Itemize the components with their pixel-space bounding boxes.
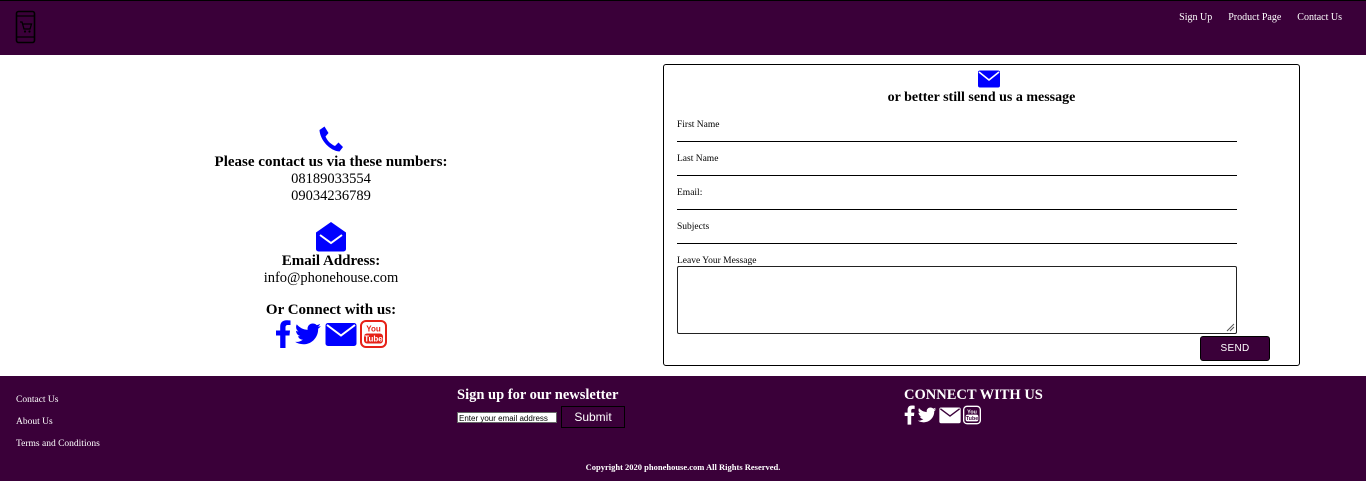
top-navbar: Sign Up Product Page Contact Us (0, 0, 1366, 55)
message-textarea[interactable] (677, 266, 1237, 334)
last-name-input[interactable] (677, 175, 1237, 176)
resize-handle-icon[interactable] (1226, 323, 1235, 332)
first-name-field[interactable]: First Name (677, 119, 1237, 142)
phone-icon (319, 126, 343, 152)
phone-number-2: 09034236789 (291, 188, 371, 204)
footer-link-about-us[interactable]: About Us (16, 411, 100, 433)
nav-product-page[interactable]: Product Page (1228, 12, 1281, 23)
footer-link-terms[interactable]: Terms and Conditions (16, 433, 100, 455)
connect-title: CONNECT WITH US (904, 387, 1043, 403)
newsletter-email-input[interactable]: Enter your email address (457, 411, 557, 423)
subjects-label: Subjects (677, 222, 710, 232)
phone-number-1: 08189033554 (291, 171, 371, 187)
contact-info: Please contact us via these numbers: 081… (170, 125, 492, 348)
subjects-input[interactable] (677, 243, 1237, 244)
svg-text:You: You (366, 325, 381, 334)
envelope-icon (978, 70, 1000, 88)
main-nav: Sign Up Product Page Contact Us (1179, 12, 1342, 23)
social-heading: Or Connect with us: (265, 302, 397, 318)
newsletter-title: Sign up for our newsletter (457, 387, 619, 403)
email-input[interactable] (677, 209, 1237, 210)
nav-sign-up[interactable]: Sign Up (1179, 12, 1212, 23)
newsletter: Sign up for our newsletter Enter your em… (457, 386, 625, 428)
email-field[interactable]: Email: (677, 187, 1237, 210)
email-address: info@phonehouse.com (263, 270, 399, 286)
subjects-field[interactable]: Subjects (677, 221, 1237, 244)
facebook-icon[interactable] (904, 405, 915, 425)
send-button[interactable]: SEND (1200, 336, 1270, 361)
twitter-icon[interactable] (917, 405, 937, 425)
nav-contact-us[interactable]: Contact Us (1297, 12, 1342, 23)
youtube-icon[interactable]: You Tube (963, 405, 981, 425)
copyright: Copyright 2020 phonehouse.com All Rights… (585, 462, 781, 472)
first-name-input[interactable] (677, 141, 1237, 142)
facebook-icon[interactable] (275, 320, 291, 348)
last-name-field[interactable]: Last Name (677, 153, 1237, 176)
form-title: or better still send us a message (887, 90, 1076, 105)
footer-links: Contact Us About Us Terms and Conditions (16, 389, 100, 455)
message-form: or better still send us a message First … (663, 64, 1300, 366)
youtube-icon[interactable]: You Tube (360, 320, 387, 348)
last-name-label: Last Name (677, 154, 719, 164)
svg-text:Tube: Tube (966, 416, 978, 422)
envelope-icon[interactable] (325, 320, 357, 348)
first-name-label: First Name (677, 120, 720, 130)
newsletter-submit-button[interactable]: Submit (561, 406, 625, 428)
footer-link-contact-us[interactable]: Contact Us (16, 389, 100, 411)
envelope-open-icon (316, 222, 346, 252)
phone-cart-icon[interactable] (15, 10, 36, 44)
svg-text:You: You (967, 409, 977, 415)
envelope-icon[interactable] (939, 405, 961, 425)
email-label: Email: (677, 188, 703, 198)
connect-with-us: CONNECT WITH US You Tube (904, 386, 1043, 425)
footer: Contact Us About Us Terms and Conditions… (0, 376, 1366, 481)
phone-heading: Please contact us via these numbers: (214, 154, 448, 170)
svg-text:Tube: Tube (364, 335, 383, 344)
twitter-icon[interactable] (294, 320, 322, 348)
email-heading: Email Address: (281, 253, 381, 269)
